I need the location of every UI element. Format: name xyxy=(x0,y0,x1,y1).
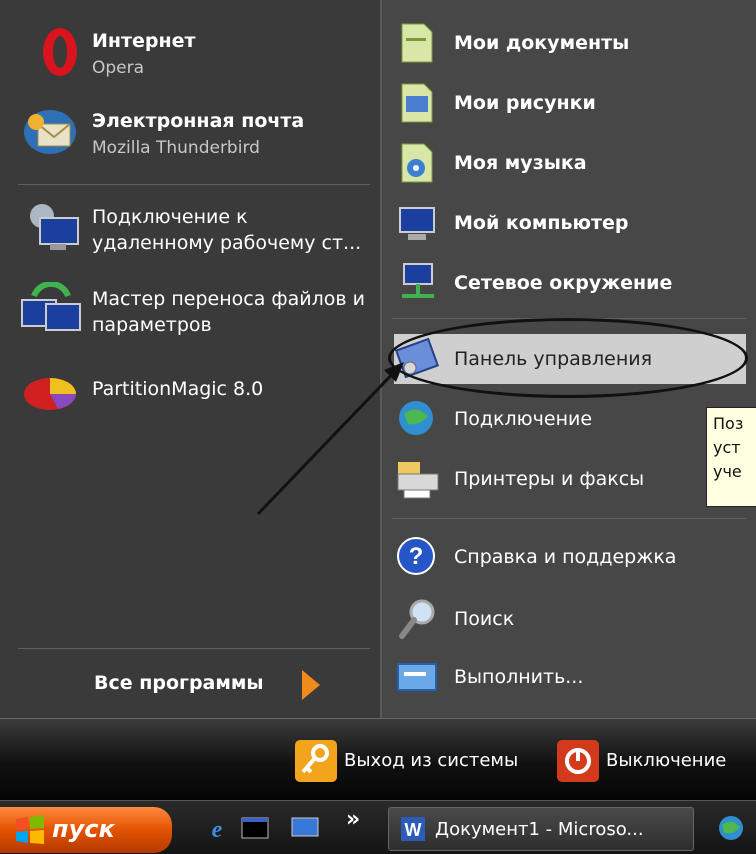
help-icon: ? xyxy=(397,537,435,575)
search-icon xyxy=(399,599,435,639)
desktop-icon[interactable] xyxy=(290,815,320,841)
network-globe-icon[interactable] xyxy=(716,813,746,843)
transfer-wizard-icon xyxy=(21,282,81,331)
start-menu-left-pane: Интернет Opera Электронная почта Mozilla… xyxy=(0,0,380,718)
pinned-item-thunderbird[interactable]: Электронная почта Mozilla Thunderbird xyxy=(20,104,375,164)
place-label: Мой компьютер xyxy=(454,212,629,234)
quicklaunch-overflow-icon[interactable]: » xyxy=(346,807,360,832)
recent-line2: параметров xyxy=(92,314,212,336)
ie-icon[interactable]: e xyxy=(202,815,232,841)
start-button[interactable]: пуск xyxy=(0,807,172,853)
support-help[interactable]: ? Справка и поддержка xyxy=(394,534,754,580)
my-music-icon xyxy=(401,143,433,183)
recent-line1: Мастер переноса файлов и xyxy=(92,288,365,310)
word-icon: W xyxy=(401,817,425,841)
shutdown-button[interactable]: Выключение xyxy=(556,739,756,783)
taskbar-item-word[interactable]: W Документ1 - Microso... xyxy=(388,807,694,851)
place-my-pictures[interactable]: Мои рисунки xyxy=(394,80,754,126)
tooltip: Поз уст уче xyxy=(706,407,756,507)
place-my-computer[interactable]: Мой компьютер xyxy=(394,200,754,246)
run-icon xyxy=(397,663,437,691)
place-label: Моя музыка xyxy=(454,152,587,174)
shutdown-label: Выключение xyxy=(606,750,727,771)
opera-icon xyxy=(43,28,77,76)
recent-item-remote-desktop[interactable]: Подключение к удаленному рабочему ст... xyxy=(20,200,375,262)
support-label: Выполнить... xyxy=(454,666,584,688)
tooltip-line: Поз xyxy=(713,414,744,433)
place-label: Мои документы xyxy=(454,32,630,54)
partitionmagic-icon xyxy=(24,378,76,410)
support-search[interactable]: Поиск xyxy=(394,596,754,642)
support-label: Справка и поддержка xyxy=(454,546,677,568)
svg-text:?: ? xyxy=(409,543,424,570)
divider xyxy=(18,648,370,649)
cmd-icon[interactable] xyxy=(240,815,270,841)
system-label: Принтеры и факсы xyxy=(454,468,645,490)
key-icon xyxy=(295,740,337,782)
windows-flag-icon xyxy=(16,815,44,844)
tooltip-line: уче xyxy=(713,462,742,481)
thunderbird-icon xyxy=(24,110,76,154)
place-my-music[interactable]: Моя музыка xyxy=(394,140,754,186)
my-pictures-icon xyxy=(401,83,433,123)
start-menu-footer: Выход из системы Выключение xyxy=(0,718,756,800)
pinned-subtitle: Mozilla Thunderbird xyxy=(92,138,260,158)
place-label: Сетевое окружение xyxy=(454,272,673,294)
pinned-title: Электронная почта xyxy=(92,110,305,132)
printers-icon xyxy=(397,462,439,499)
annotation-ellipse xyxy=(388,318,748,398)
pinned-title: Интернет xyxy=(92,30,196,52)
connect-icon xyxy=(399,401,433,435)
my-documents-icon xyxy=(401,23,433,63)
place-label: Мои рисунки xyxy=(454,92,596,114)
svg-text:e: e xyxy=(212,817,223,841)
divider xyxy=(392,518,746,519)
start-label: пуск xyxy=(52,815,115,843)
system-connect[interactable]: Подключение xyxy=(394,396,754,442)
recent-line1: PartitionMagic 8.0 xyxy=(92,378,264,400)
pinned-item-opera[interactable]: Интернет Opera xyxy=(20,24,375,84)
tooltip-line: уст xyxy=(713,438,741,457)
all-programs-label[interactable]: Все программы xyxy=(94,672,264,694)
pinned-subtitle: Opera xyxy=(92,58,145,78)
arrow-right-icon xyxy=(302,670,320,700)
system-printers[interactable]: Принтеры и факсы xyxy=(394,456,754,502)
system-label: Подключение xyxy=(454,408,593,430)
start-menu-screen: Интернет Opera Электронная почта Mozilla… xyxy=(0,0,756,854)
recent-item-partitionmagic[interactable]: PartitionMagic 8.0 xyxy=(20,364,375,418)
support-run[interactable]: Выполнить... xyxy=(394,654,754,700)
logoff-label: Выход из системы xyxy=(344,750,519,771)
power-icon xyxy=(557,740,599,782)
taskbar: пуск e » W Документ1 - Microso... xyxy=(0,800,756,854)
taskbar-item-label: Документ1 - Microso... xyxy=(435,819,644,840)
recent-item-transfer-wizard[interactable]: Мастер переноса файлов и параметров xyxy=(20,282,375,344)
network-places-icon xyxy=(402,263,434,298)
place-my-documents[interactable]: Мои документы xyxy=(394,20,754,66)
recent-line2: удаленному рабочему ст... xyxy=(92,232,362,254)
place-network[interactable]: Сетевое окружение xyxy=(394,260,754,306)
support-label: Поиск xyxy=(454,608,515,630)
remote-desktop-icon xyxy=(30,204,79,250)
recent-line1: Подключение к xyxy=(92,206,248,228)
divider xyxy=(18,184,370,185)
my-computer-icon xyxy=(399,207,435,240)
svg-text:W: W xyxy=(405,820,422,840)
logoff-button[interactable]: Выход из системы xyxy=(294,739,544,783)
